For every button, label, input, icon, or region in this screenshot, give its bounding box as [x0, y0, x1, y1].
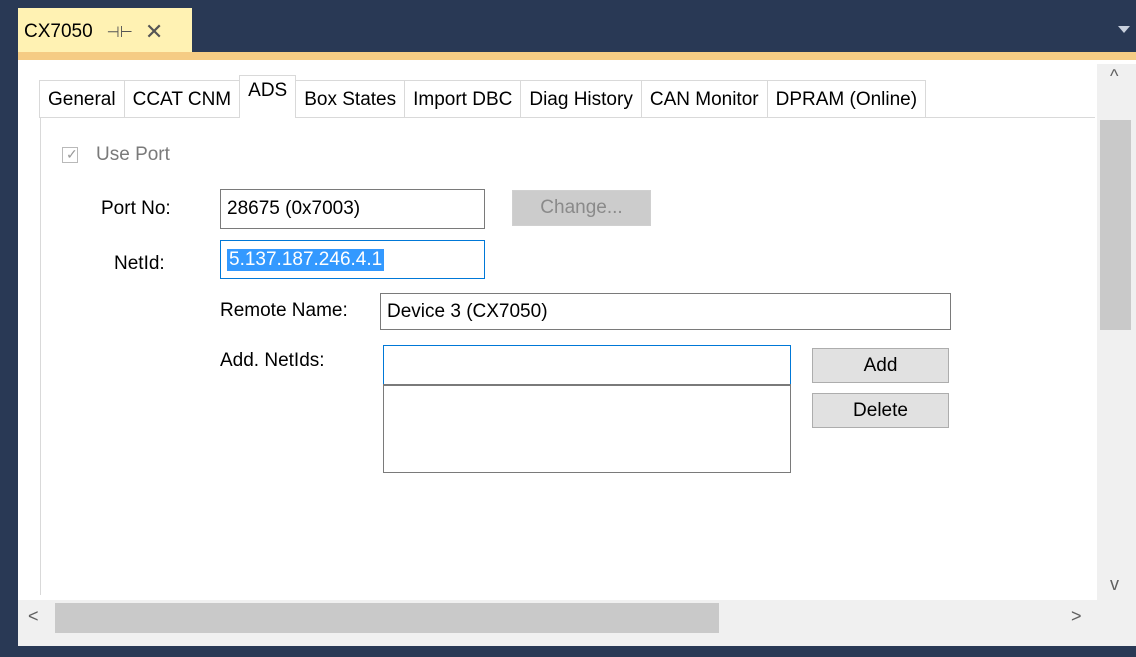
scroll-down-icon[interactable]: v — [1110, 574, 1119, 595]
tab-strip: General CCAT CNM ADS Box States Import D… — [39, 75, 927, 118]
use-port-label: Use Port — [96, 144, 170, 165]
netid-value: 5.137.187.246.4.1 — [227, 248, 385, 271]
delete-button[interactable]: Delete — [812, 393, 949, 428]
remote-name-field[interactable]: Device 3 (CX7050) — [380, 293, 951, 330]
add-netids-input[interactable] — [383, 345, 791, 386]
scroll-up-icon[interactable]: ^ — [1110, 66, 1118, 87]
vertical-scroll-thumb[interactable] — [1100, 120, 1131, 330]
scroll-right-icon[interactable]: > — [1071, 606, 1082, 627]
tab-general[interactable]: General — [39, 80, 125, 118]
document-tab-cx7050[interactable]: CX7050 ⊣⊢ ✕ — [18, 8, 192, 56]
horizontal-scroll-thumb[interactable] — [55, 603, 719, 633]
frame-inner-bottom — [18, 637, 1136, 646]
tab-import-dbc[interactable]: Import DBC — [404, 80, 522, 118]
pin-icon[interactable]: ⊣⊢ — [107, 23, 133, 41]
netid-field[interactable]: 5.137.187.246.4.1 — [220, 240, 485, 279]
add-button[interactable]: Add — [812, 348, 949, 383]
scrollbar-corner — [1097, 600, 1136, 637]
frame-left — [0, 60, 18, 657]
document-tab-underline — [18, 52, 1136, 60]
netid-label: NetId: — [114, 253, 165, 274]
frame-bottom — [0, 646, 1136, 657]
add-netids-list[interactable] — [383, 384, 791, 473]
use-port-checkbox[interactable]: ✓ — [62, 146, 78, 163]
scroll-left-icon[interactable]: < — [28, 606, 39, 627]
tab-can-monitor[interactable]: CAN Monitor — [640, 80, 768, 118]
port-no-field[interactable]: 28675 (0x7003) — [220, 189, 485, 229]
remote-name-label: Remote Name: — [220, 300, 348, 321]
remote-name-value: Device 3 (CX7050) — [387, 300, 548, 322]
tab-box-states[interactable]: Box States — [295, 80, 406, 118]
add-netids-label: Add. NetIds: — [220, 350, 325, 371]
window-dropdown-icon[interactable] — [1118, 26, 1130, 33]
tab-dpram-online[interactable]: DPRAM (Online) — [766, 80, 927, 118]
change-button[interactable]: Change... — [512, 190, 651, 226]
tab-ads[interactable]: ADS — [239, 75, 297, 118]
document-tab-title: CX7050 — [24, 21, 93, 42]
port-no-label: Port No: — [101, 198, 171, 219]
close-icon[interactable]: ✕ — [145, 21, 163, 43]
checkmark-icon: ✓ — [66, 146, 78, 162]
tab-ccat-cnm[interactable]: CCAT CNM — [123, 80, 241, 118]
port-no-value: 28675 (0x7003) — [227, 198, 361, 219]
tab-diag-history[interactable]: Diag History — [520, 80, 642, 118]
